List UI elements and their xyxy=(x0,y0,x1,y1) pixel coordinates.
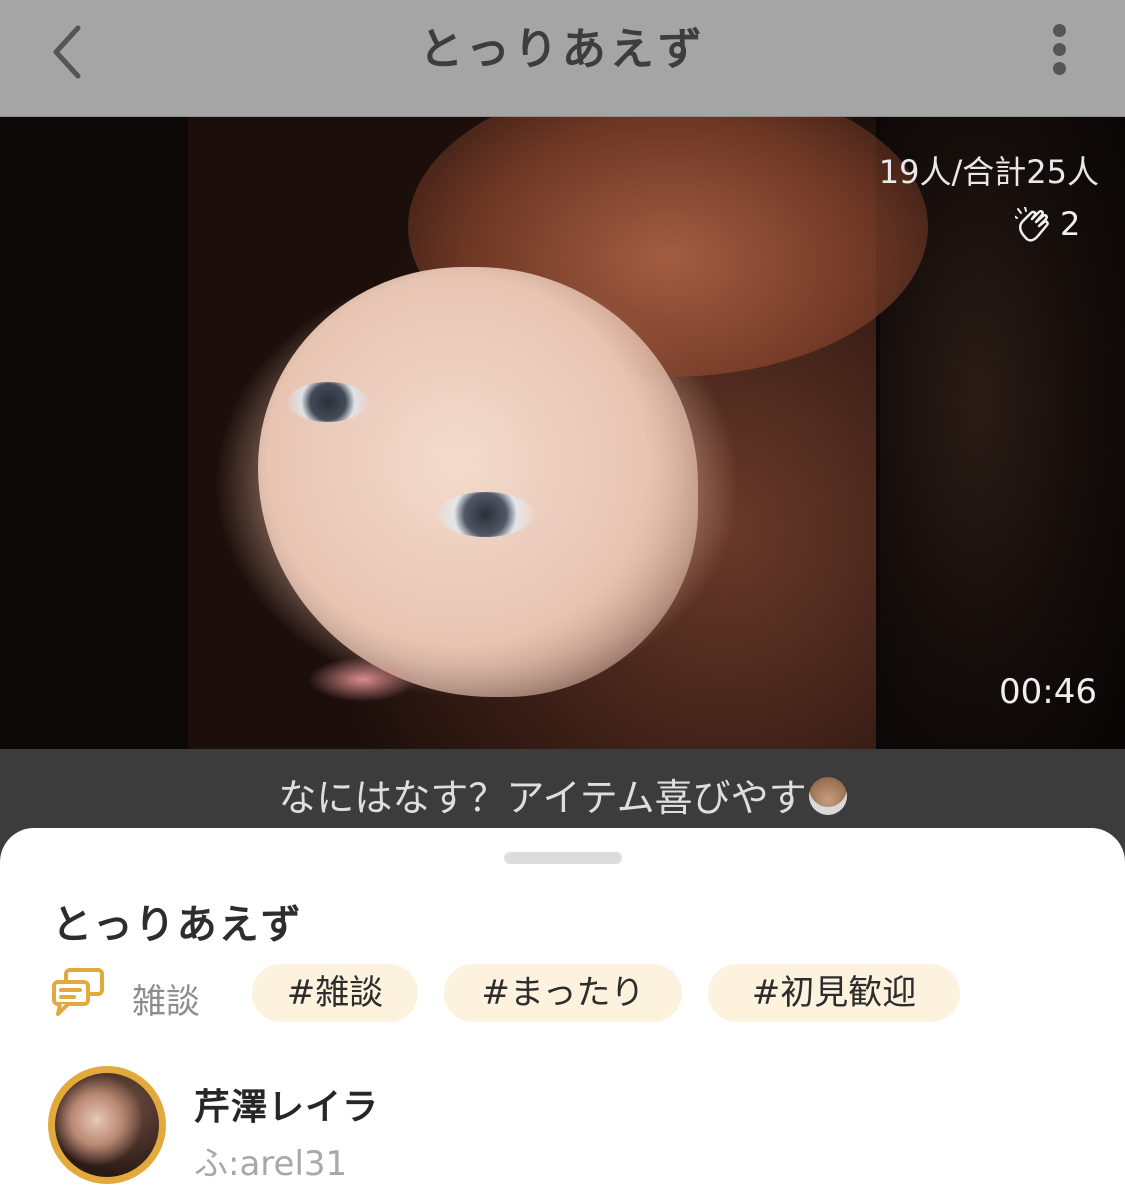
avatar-image xyxy=(55,1073,159,1177)
viewer-count: 19人/合計25人 xyxy=(878,153,1099,191)
stream-caption: なにはなす？アイテム喜びやす xyxy=(0,749,1125,831)
chat-bubbles-icon xyxy=(52,968,104,1016)
category-label: 雑談 xyxy=(132,982,200,1022)
tag-chip[interactable]: #初見歓迎 xyxy=(708,964,960,1022)
clap-count: 2 xyxy=(1060,205,1081,243)
room-info-sheet: とっりあえず 雑談 #雑談 #まったり #初見歓迎 芹澤レイラ ふ:arel31 xyxy=(0,828,1125,1194)
caption-text: なにはなす？アイテム喜びやす xyxy=(278,776,807,820)
room-name: とっりあえず xyxy=(52,902,303,948)
streamer-image xyxy=(188,117,928,749)
host-name[interactable]: 芹澤レイラ xyxy=(194,1078,379,1130)
tag-chip[interactable]: #まったり xyxy=(444,964,682,1022)
sheet-drag-handle[interactable] xyxy=(504,852,622,864)
more-vertical-icon[interactable] xyxy=(1044,18,1074,84)
host-avatar[interactable] xyxy=(48,1066,166,1184)
older-woman-emoji xyxy=(808,777,847,815)
page-title: とっりあえず xyxy=(419,24,706,75)
app-header: とっりあえず xyxy=(0,0,1125,117)
clapping-hands-icon xyxy=(1015,207,1049,242)
elapsed-time: 00:46 xyxy=(999,672,1097,712)
tag-chip[interactable]: #雑談 xyxy=(252,964,418,1022)
live-video[interactable]: 19人/合計25人 2 00:46 xyxy=(0,117,1125,749)
host-handle: ふ:arel31 xyxy=(194,1144,348,1184)
